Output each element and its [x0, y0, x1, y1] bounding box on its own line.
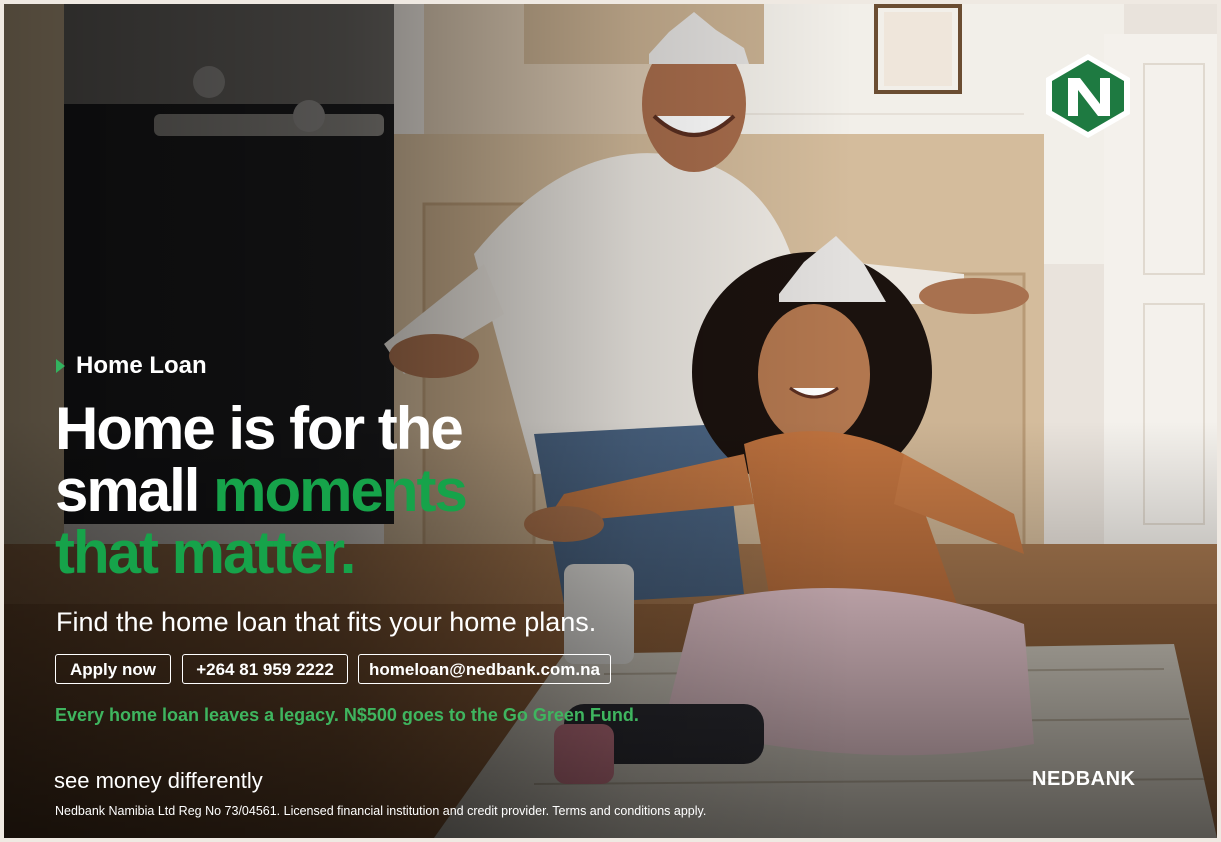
brand-wordmark: NEDBANK [1032, 768, 1136, 790]
product-eyebrow: Home Loan [56, 352, 207, 380]
nedbank-n-logo-icon [1046, 54, 1130, 138]
tagline: see money differently [54, 768, 263, 793]
headline-line-1: Home is for the [55, 395, 464, 462]
apply-now-button[interactable]: Apply now [55, 654, 171, 684]
email-button[interactable]: homeloan@nedbank.com.na [358, 654, 611, 684]
legal-disclaimer: Nedbank Namibia Ltd Reg No 73/04561. Lic… [55, 804, 707, 818]
subheadline: Find the home loan that fits your home p… [56, 607, 597, 637]
legacy-statement: Every home loan leaves a legacy. N$500 g… [55, 705, 639, 725]
headline: Home is for the small moments that matte… [55, 395, 468, 586]
eyebrow-label: Home Loan [76, 352, 207, 379]
play-triangle-icon [56, 359, 65, 373]
home-loan-ad: Home Loan Home is for the small moments … [0, 0, 1221, 842]
headline-green-word: moments [213, 457, 468, 524]
headline-white-word: small [55, 457, 214, 524]
headline-line-3: that matter. [55, 519, 356, 586]
headline-line-2: small moments [55, 457, 468, 524]
phone-button[interactable]: +264 81 959 2222 [182, 654, 348, 684]
